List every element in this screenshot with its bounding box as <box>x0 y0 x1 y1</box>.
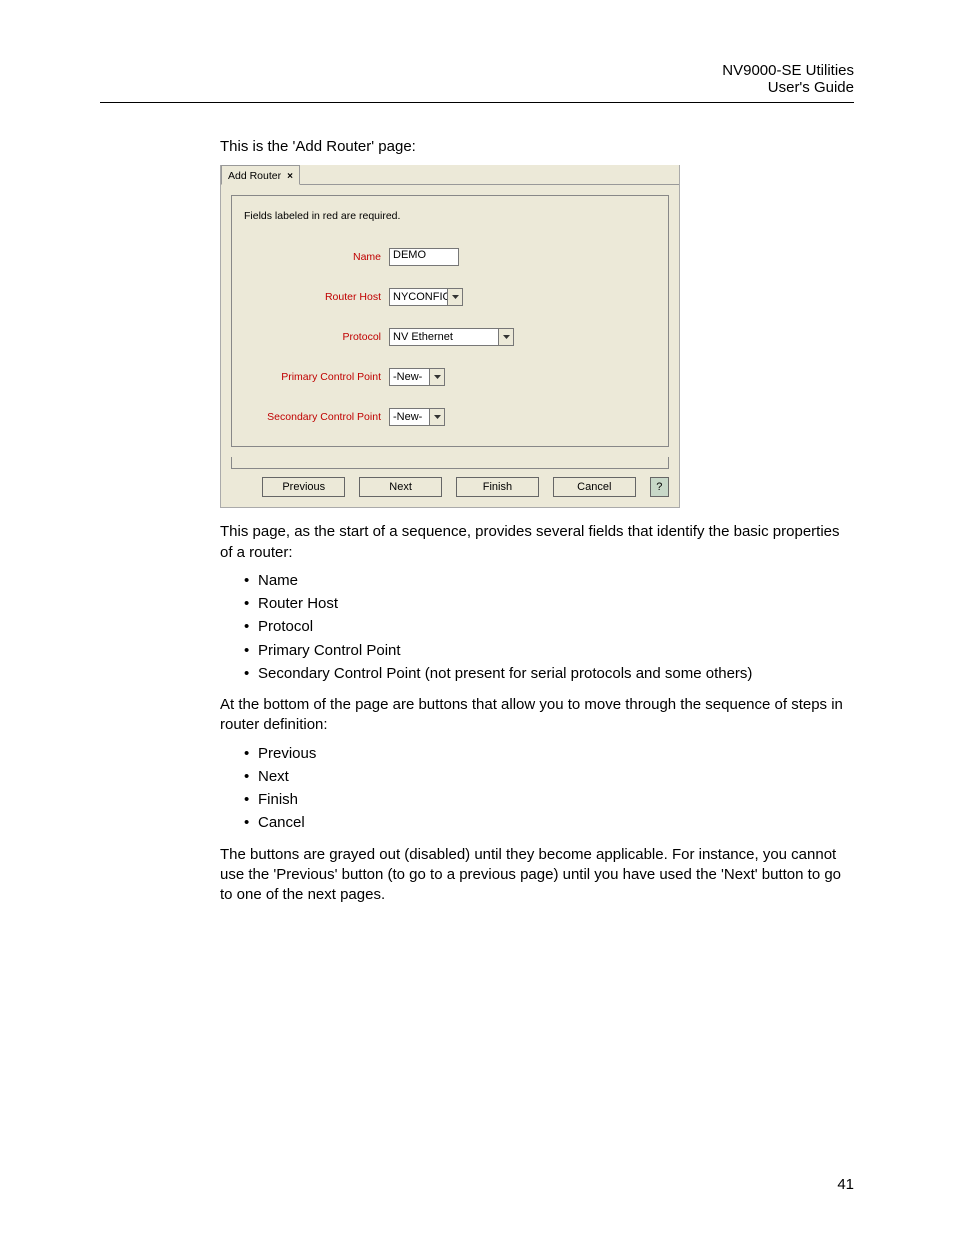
protocol-select[interactable]: NV Ethernet <box>389 328 514 346</box>
chevron-down-icon[interactable] <box>498 329 513 345</box>
primary-cp-value: -New- <box>393 371 422 383</box>
header-subtitle: User's Guide <box>100 79 854 96</box>
tab-label: Add Router <box>228 170 281 182</box>
tab-strip: Add Router × <box>221 165 679 185</box>
router-host-value: NYCONFIG <box>393 291 451 303</box>
protocol-value: NV Ethernet <box>393 331 453 343</box>
paragraph-fields-intro: This page, as the start of a sequence, p… <box>220 522 854 563</box>
secondary-cp-value: -New- <box>393 411 422 423</box>
field-bullet-list: Name Router Host Protocol Primary Contro… <box>244 569 854 685</box>
list-item: Previous <box>244 742 854 765</box>
list-item: Protocol <box>244 615 854 638</box>
wizard-button-row: Previous Next Finish Cancel ? <box>221 469 679 507</box>
name-input[interactable]: DEMO <box>389 248 459 266</box>
label-name: Name <box>244 251 389 263</box>
previous-button[interactable]: Previous <box>262 477 345 497</box>
finish-button[interactable]: Finish <box>456 477 539 497</box>
list-item: Primary Control Point <box>244 639 854 662</box>
panel-divider <box>231 457 669 469</box>
chevron-down-icon[interactable] <box>429 369 444 385</box>
header-title: NV9000-SE Utilities <box>100 62 854 79</box>
paragraph-buttons-intro: At the bottom of the page are buttons th… <box>220 695 854 736</box>
label-router-host: Router Host <box>244 291 389 303</box>
list-item: Finish <box>244 788 854 811</box>
page-number: 41 <box>837 1176 854 1193</box>
intro-paragraph: This is the 'Add Router' page: <box>220 137 854 157</box>
cancel-button[interactable]: Cancel <box>553 477 636 497</box>
label-protocol: Protocol <box>244 331 389 343</box>
secondary-cp-select[interactable]: -New- <box>389 408 445 426</box>
chevron-down-icon[interactable] <box>429 409 444 425</box>
paragraph-grayed: The buttons are grayed out (disabled) un… <box>220 845 854 906</box>
form-panel: Fields labeled in red are required. Name… <box>231 195 669 447</box>
list-item: Secondary Control Point (not present for… <box>244 662 854 685</box>
close-icon[interactable]: × <box>287 171 293 182</box>
list-item: Cancel <box>244 811 854 834</box>
tab-add-router[interactable]: Add Router × <box>221 165 300 185</box>
label-secondary-cp: Secondary Control Point <box>244 411 389 423</box>
add-router-screenshot: Add Router × Fields labeled in red are r… <box>220 165 680 508</box>
router-host-select[interactable]: NYCONFIG <box>389 288 463 306</box>
page-header: NV9000-SE Utilities User's Guide <box>100 62 854 103</box>
primary-cp-select[interactable]: -New- <box>389 368 445 386</box>
list-item: Name <box>244 569 854 592</box>
chevron-down-icon[interactable] <box>447 289 462 305</box>
list-item: Router Host <box>244 592 854 615</box>
button-bullet-list: Previous Next Finish Cancel <box>244 742 854 835</box>
label-primary-cp: Primary Control Point <box>244 371 389 383</box>
next-button[interactable]: Next <box>359 477 442 497</box>
list-item: Next <box>244 765 854 788</box>
help-button[interactable]: ? <box>650 477 669 497</box>
required-note: Fields labeled in red are required. <box>244 210 656 222</box>
